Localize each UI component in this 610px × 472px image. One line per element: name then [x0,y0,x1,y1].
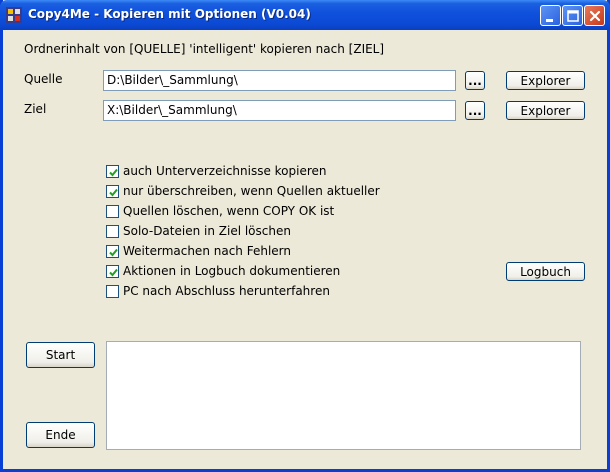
app-icon[interactable] [6,7,22,23]
option-label: auch Unterverzeichnisse kopieren [123,164,327,178]
app-window: Copy4Me - Kopieren mit Optionen (V0.04) … [0,0,610,472]
checkmark-icon [109,248,118,256]
option-checkbox[interactable] [106,264,119,278]
option-label: Aktionen in Logbuch dokumentieren [123,264,341,278]
option-checkbox[interactable] [106,244,119,258]
log-output-area[interactable] [106,341,581,450]
source-browse-button[interactable]: ... [465,71,485,90]
option-label: Quellen löschen, wenn COPY OK ist [123,204,335,218]
option-row[interactable]: Weitermachen nach Fehlern [106,243,291,259]
option-row[interactable]: Aktionen in Logbuch dokumentieren [106,263,340,279]
option-label: nur überschreiben, wenn Quellen aktuelle… [123,184,380,198]
target-explorer-button[interactable]: Explorer [506,101,585,120]
title-bar[interactable]: Copy4Me - Kopieren mit Optionen (V0.04) [0,0,610,30]
checkmark-icon [109,188,118,196]
option-row[interactable]: auch Unterverzeichnisse kopieren [106,163,327,179]
description-heading: Ordnerinhalt von [QUELLE] 'intelligent' … [24,42,385,56]
minimize-button[interactable] [540,5,561,26]
checkmark-icon [109,168,118,176]
maximize-button[interactable] [562,5,583,26]
option-label: PC nach Abschluss herunterfahren [123,284,330,298]
source-explorer-button[interactable]: Explorer [506,71,585,90]
logbook-button[interactable]: Logbuch [506,262,585,281]
option-checkbox[interactable] [106,184,119,198]
end-button[interactable]: Ende [26,422,95,448]
start-button[interactable]: Start [26,342,95,368]
option-row[interactable]: Quellen löschen, wenn COPY OK ist [106,203,334,219]
target-browse-button[interactable]: ... [465,101,485,120]
source-path-input[interactable]: D:\Bilder\_Sammlung\ [103,70,456,91]
option-checkbox[interactable] [106,164,119,178]
source-label: Quelle [24,72,63,86]
window-title: Copy4Me - Kopieren mit Optionen (V0.04) [28,7,311,21]
close-button[interactable] [584,5,605,26]
option-row[interactable]: nur überschreiben, wenn Quellen aktuelle… [106,183,380,199]
option-checkbox[interactable] [106,204,119,218]
option-row[interactable]: PC nach Abschluss herunterfahren [106,283,330,299]
option-row[interactable]: Solo-Dateien in Ziel löschen [106,223,291,239]
target-label: Ziel [24,102,47,116]
target-path-input[interactable]: X:\Bilder\_Sammlung\ [103,100,456,121]
option-label: Solo-Dateien in Ziel löschen [123,224,291,238]
checkmark-icon [109,268,118,276]
option-checkbox[interactable] [106,284,119,298]
option-checkbox[interactable] [106,224,119,238]
option-label: Weitermachen nach Fehlern [123,244,291,258]
